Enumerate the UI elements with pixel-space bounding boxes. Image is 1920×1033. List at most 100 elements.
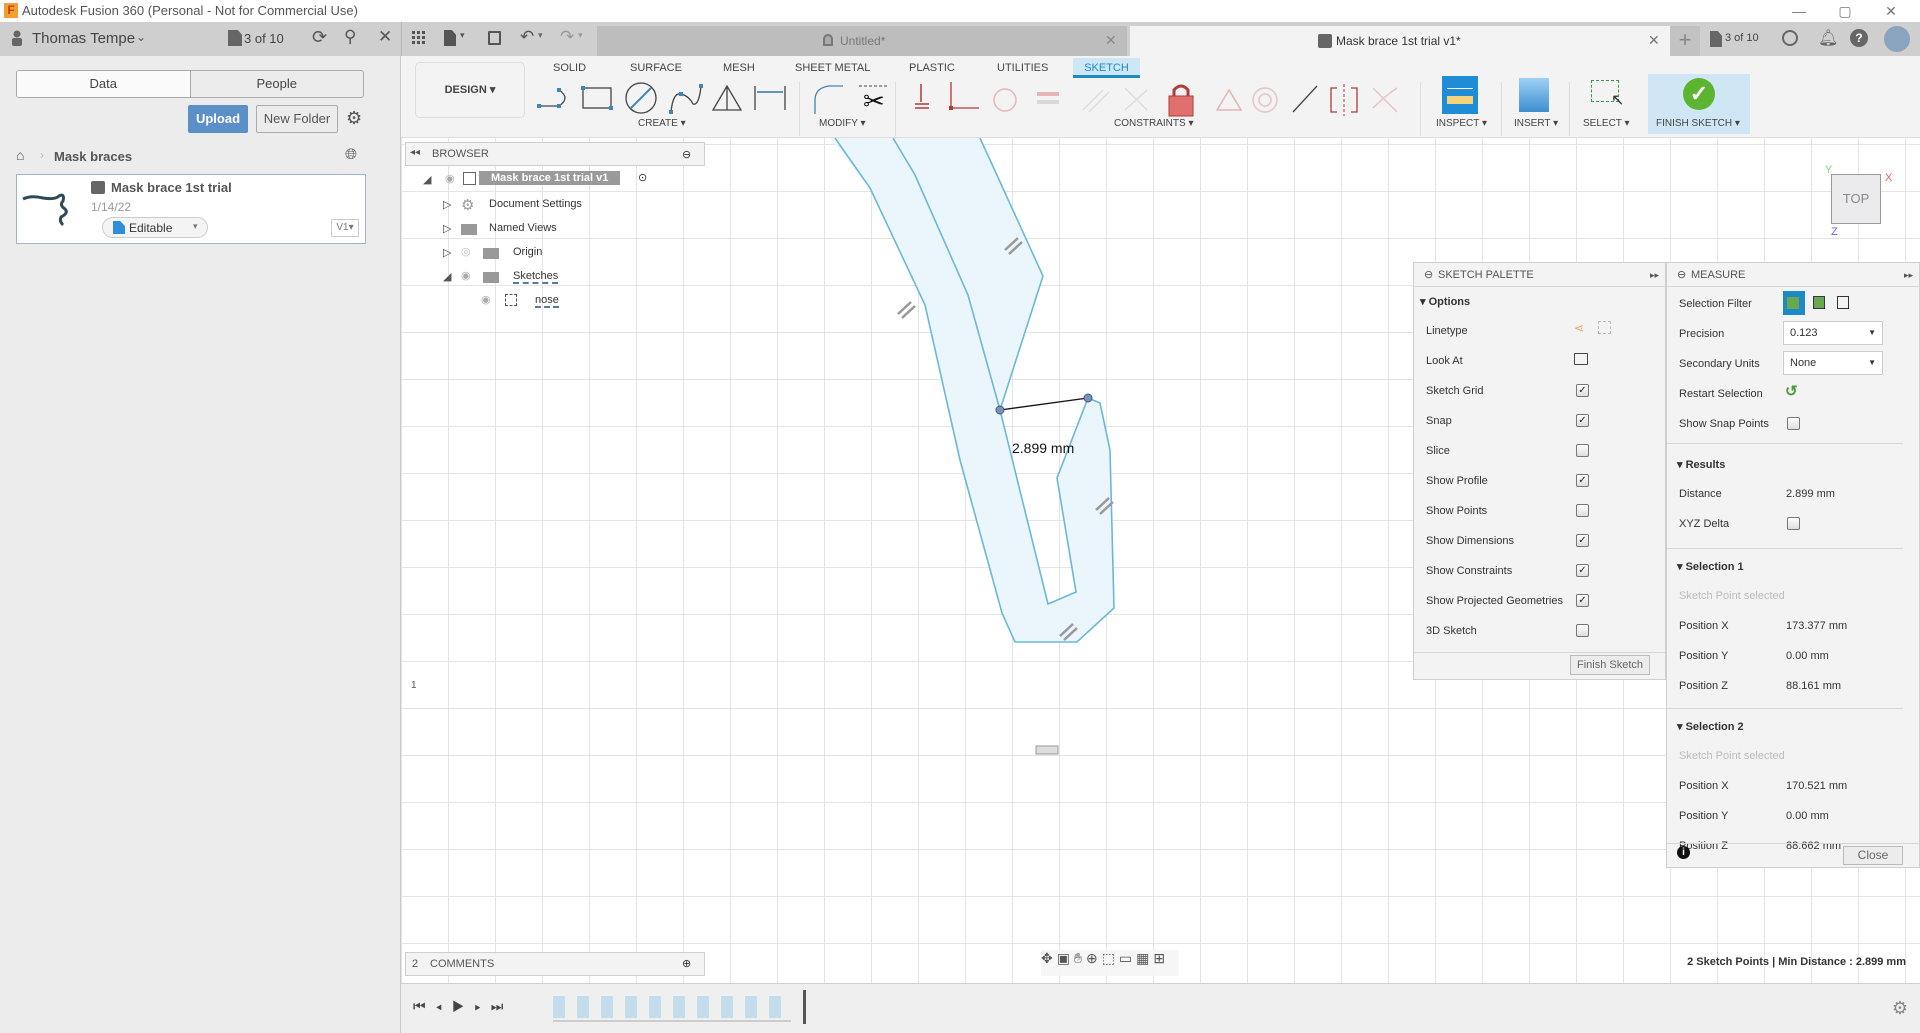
timeline-features[interactable] <box>553 996 793 1018</box>
new-tab-button[interactable]: + <box>1670 26 1700 56</box>
concentric-constraint-icon[interactable] <box>1252 87 1278 113</box>
tab-utilities[interactable]: UTILITIES <box>989 58 1056 78</box>
add-comment-icon[interactable]: ⊕ <box>682 957 691 970</box>
dimension-tool-icon[interactable] <box>754 86 786 110</box>
browser-item-nose[interactable]: nose <box>535 294 559 308</box>
triangle-constraint-icon[interactable] <box>1215 88 1243 111</box>
app-grid-icon[interactable] <box>412 31 426 45</box>
construction-linetype-icon[interactable]: ⋖ <box>1574 321 1584 335</box>
view-cube[interactable]: TOP <box>1831 174 1881 224</box>
timeline-marker[interactable] <box>803 990 806 1024</box>
grid-settings-icon[interactable]: ▦ <box>1136 950 1153 966</box>
user-chevron-icon[interactable]: ⌄ <box>136 30 146 44</box>
browser-item-named-views[interactable]: Named Views <box>489 222 557 234</box>
minimize-button[interactable]: — <box>1776 0 1822 22</box>
show-snap-points-checkbox[interactable] <box>1787 417 1800 430</box>
editable-status-dropdown[interactable]: Editable ▾ <box>102 217 208 238</box>
browser-item-sketches[interactable]: Sketches <box>513 270 559 284</box>
collapse-icon[interactable]: ◢ <box>423 173 431 186</box>
user-name[interactable]: Thomas Tempe <box>32 30 135 47</box>
palette-option-checkbox[interactable]: ✓ <box>1576 474 1589 487</box>
orbit-icon[interactable]: ✥ <box>1041 950 1057 966</box>
go-to-start-icon[interactable]: ⏮ <box>413 998 436 1014</box>
info-icon[interactable]: i <box>1677 846 1690 859</box>
select-menu[interactable]: SELECT ▾ <box>1583 118 1630 129</box>
close-tab-icon[interactable]: ✕ <box>1105 32 1117 49</box>
sketch-point-1[interactable] <box>995 405 1005 415</box>
go-to-end-icon[interactable]: ⏭ <box>491 998 514 1014</box>
insert-menu[interactable]: INSERT ▾ <box>1514 118 1558 129</box>
parallel-constraint-icon[interactable] <box>1082 89 1110 113</box>
palette-option-checkbox[interactable] <box>1576 624 1589 637</box>
finish-sketch-button[interactable]: ✓ FINISH SKETCH ▾ <box>1648 74 1750 134</box>
spline-tool-icon[interactable] <box>669 84 703 114</box>
circle-tool-icon[interactable] <box>625 82 657 114</box>
collapse-icon[interactable]: ◢ <box>443 270 451 283</box>
file-card[interactable]: Mask brace 1st trial 1/14/22 Editable ▾ … <box>16 174 366 244</box>
tab-data[interactable]: Data <box>17 71 191 97</box>
inspect-menu[interactable]: INSPECT ▾ <box>1436 118 1487 129</box>
fillet-tool-icon[interactable] <box>814 85 843 114</box>
curvature-constraint-icon[interactable] <box>1372 87 1398 113</box>
tangent-constraint-icon[interactable] <box>993 88 1017 112</box>
look-at-icon[interactable]: ▣ <box>1057 950 1074 966</box>
secondary-units-select[interactable]: None ▼ <box>1783 351 1883 375</box>
help-icon[interactable]: ? <box>1850 29 1868 47</box>
xyz-delta-checkbox[interactable] <box>1787 517 1800 530</box>
sketch-point-2[interactable] <box>1083 393 1093 403</box>
zoom-icon[interactable]: ⊕ <box>1086 950 1102 966</box>
perpendicular-constraint-icon[interactable] <box>1124 87 1148 111</box>
activate-icon[interactable]: ⊙ <box>638 171 647 184</box>
expand-icon[interactable]: ▷ <box>443 246 451 259</box>
workspace-switcher[interactable]: DESIGN ▾ <box>415 62 525 118</box>
mirror-tool-icon[interactable] <box>711 84 743 111</box>
tab-sketch[interactable]: SKETCH <box>1073 58 1140 78</box>
close-panel-icon[interactable]: ✕ <box>378 27 392 47</box>
palette-option-checkbox[interactable]: ✓ <box>1576 534 1589 547</box>
palette-option-checkbox[interactable] <box>1576 444 1589 457</box>
palette-option-checkbox[interactable] <box>1576 504 1589 517</box>
palette-option-checkbox[interactable]: ✓ <box>1576 594 1589 607</box>
results-section[interactable]: ▾ Results <box>1677 458 1725 471</box>
search-icon[interactable]: ⚲ <box>344 27 356 47</box>
save-icon[interactable] <box>488 31 501 45</box>
fit-icon[interactable]: ⬚ <box>1102 950 1119 966</box>
filter-face-icon[interactable] <box>1813 296 1825 309</box>
home-icon[interactable]: ⌂ <box>16 147 24 163</box>
timeline-settings-icon[interactable]: ⚙ <box>1892 998 1908 1019</box>
file-menu-icon[interactable] <box>444 30 456 46</box>
palette-option-checkbox[interactable]: ✓ <box>1576 384 1589 397</box>
expand-icon[interactable]: ▷ <box>443 222 451 235</box>
fix-constraint-icon[interactable] <box>915 84 929 109</box>
expand-palette-icon[interactable]: ▸▸ <box>1650 263 1659 287</box>
dimension-label[interactable]: 2.899 mm <box>1012 440 1074 456</box>
rectangle-tool-icon[interactable] <box>581 86 613 110</box>
restart-icon[interactable]: ↺ <box>1785 382 1798 400</box>
display-settings-icon[interactable]: ▭ <box>1119 950 1136 966</box>
notifications-icon[interactable]: 🔔︎ <box>1818 28 1838 48</box>
filter-body-icon[interactable] <box>1783 291 1805 315</box>
selection-section[interactable]: ▾ Selection 2 <box>1677 720 1744 733</box>
close-tab-icon[interactable]: ✕ <box>1648 32 1660 49</box>
equal-constraint-icon[interactable] <box>1037 92 1059 104</box>
step-back-icon[interactable]: ◂ <box>436 998 452 1014</box>
centerline-linetype-icon[interactable] <box>1598 321 1611 334</box>
close-measure-button[interactable]: Close <box>1843 846 1903 865</box>
job-count-right[interactable]: 3 of 10 <box>1725 32 1759 44</box>
collapse-browser-icon[interactable]: ◂◂ <box>410 147 420 158</box>
finish-sketch-palette-button[interactable]: Finish Sketch <box>1570 655 1650 675</box>
doc-tab-active[interactable]: Mask brace 1st trial v1* ✕ <box>1130 26 1700 56</box>
look-at-icon[interactable] <box>1574 353 1588 365</box>
tab-plastic[interactable]: PLASTIC <box>901 58 963 78</box>
viewports-icon[interactable]: ⊞ <box>1153 950 1169 966</box>
expand-measure-icon[interactable]: ▸▸ <box>1904 263 1913 287</box>
history-icon[interactable] <box>1782 30 1798 46</box>
constraints-menu[interactable]: CONSTRAINTS ▾ <box>1114 118 1193 129</box>
trim-tool-icon[interactable]: ✂ <box>859 85 887 116</box>
palette-option-checkbox[interactable]: ✓ <box>1576 564 1589 577</box>
selection-section[interactable]: ▾ Selection 1 <box>1677 560 1744 573</box>
filter-edge-icon[interactable] <box>1837 296 1849 309</box>
canvas-viewport[interactable]: 2.899 mm ◂◂ BROWSER ⊖ ◢ ◉ Mask brace 1st… <box>401 138 1920 983</box>
precision-select[interactable]: 0.123 ▼ <box>1783 321 1883 345</box>
tab-surface[interactable]: SURFACE <box>622 58 690 78</box>
